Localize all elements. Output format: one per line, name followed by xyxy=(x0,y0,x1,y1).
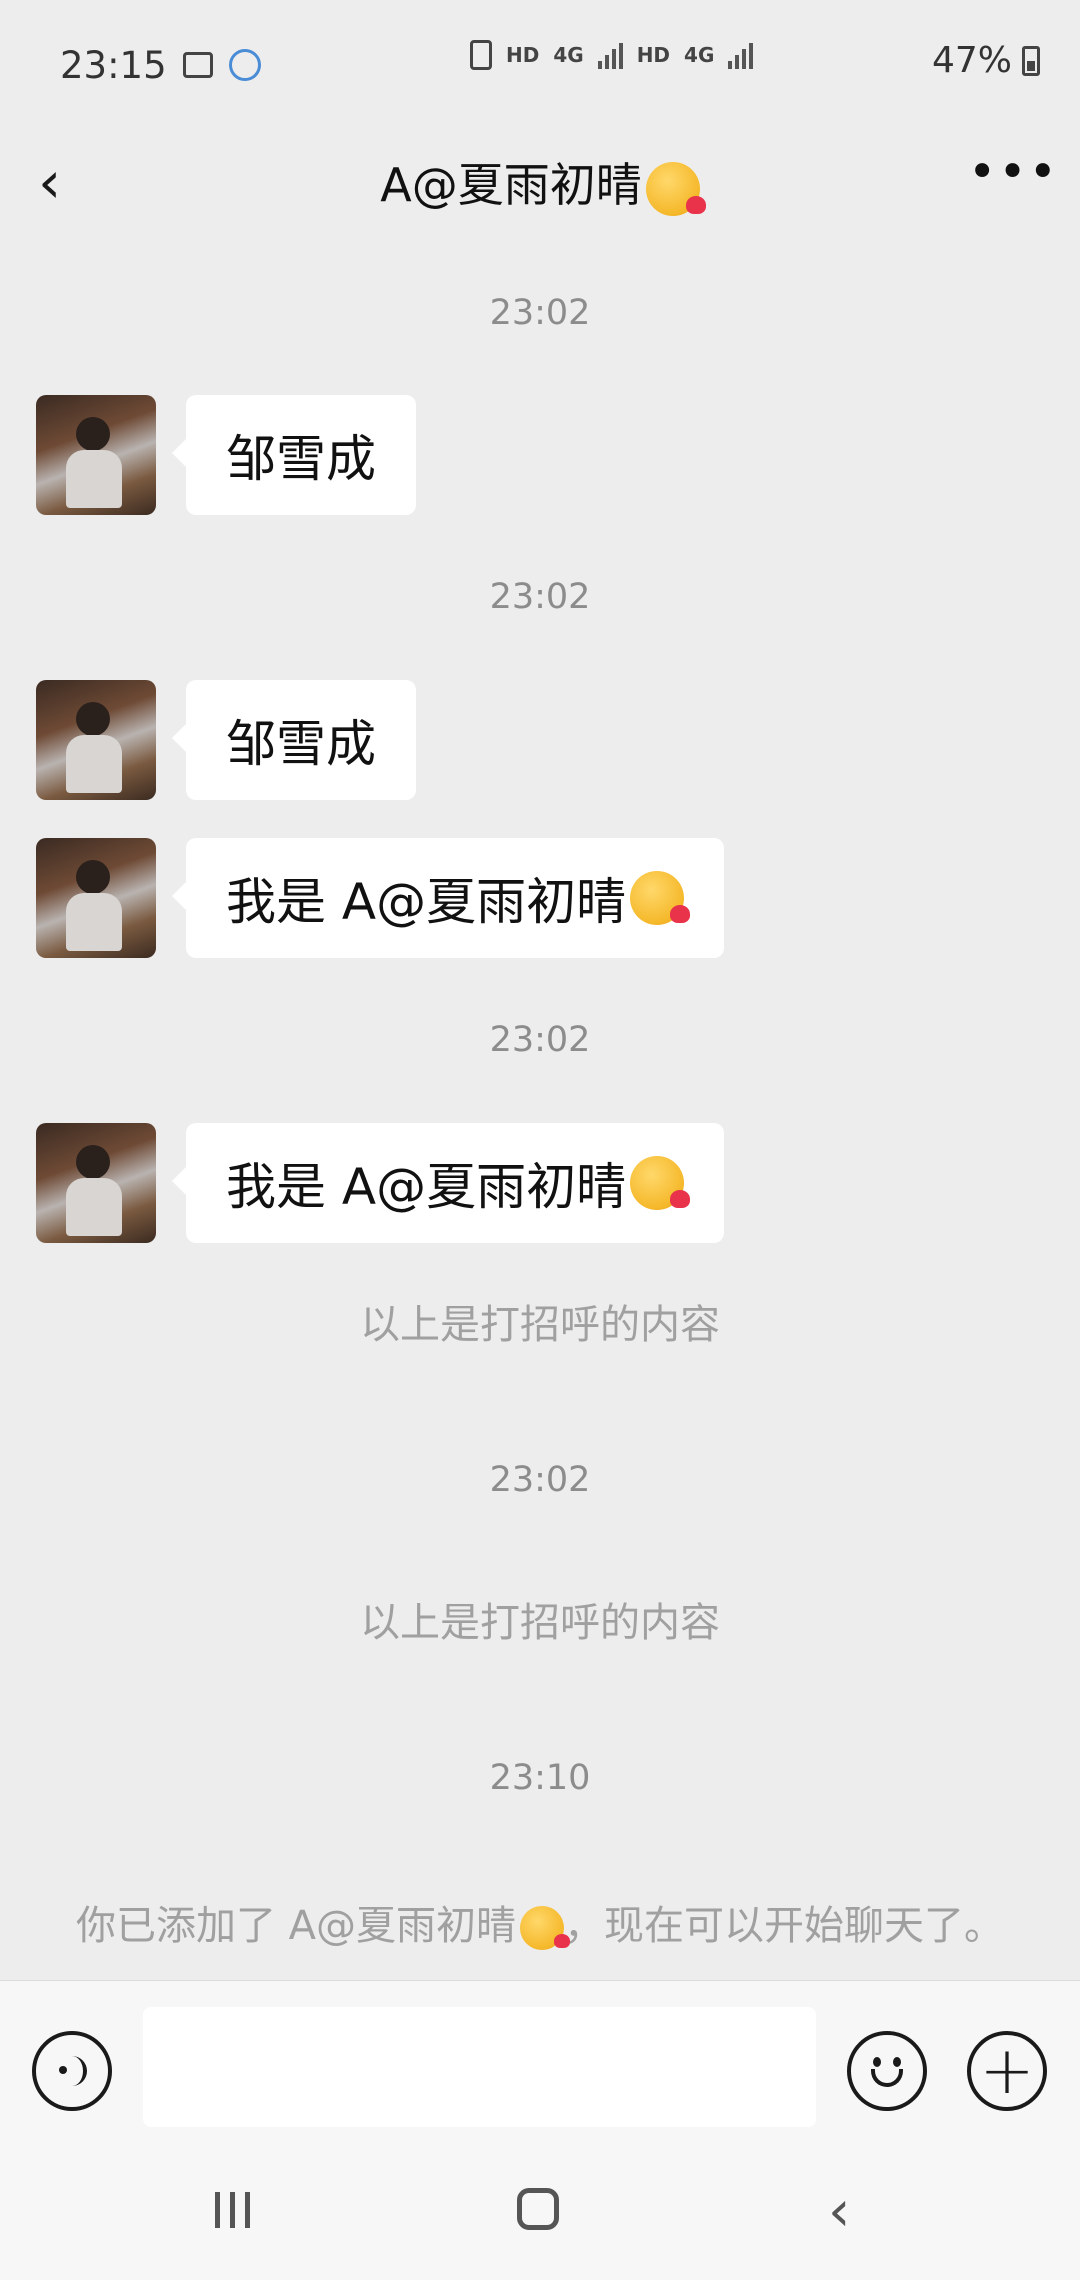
network-1-gen: 4G xyxy=(553,43,584,67)
battery-saver-icon xyxy=(470,40,492,70)
status-battery: 47% xyxy=(932,40,1040,81)
message-bubble[interactable]: 我是 A@夏雨初晴 xyxy=(171,838,725,958)
more-dots-icon[interactable]: ••• xyxy=(968,148,1057,208)
battery-icon xyxy=(1022,45,1040,76)
message-text: 我是 A@夏雨初晴 xyxy=(226,1158,627,1216)
message-timestamp: 23:10 xyxy=(489,1758,591,1798)
plus-icon[interactable]: + xyxy=(967,2031,1047,2111)
status-bar: 23:15 HD 4G HD 4G 47% xyxy=(0,0,1080,130)
message-row: 邹雪成 xyxy=(36,680,416,800)
message-timestamp: 23:02 xyxy=(489,1020,591,1060)
network-2-label: HD xyxy=(636,43,671,67)
chat-title-text: A@夏雨初晴 xyxy=(380,158,642,213)
home-icon[interactable] xyxy=(517,2188,559,2230)
system-nav-bar: ‹ xyxy=(0,2140,1080,2280)
signal-2-icon xyxy=(728,41,754,69)
input-bar: + xyxy=(0,1980,1080,2140)
message-bubble[interactable]: 邹雪成 xyxy=(172,395,416,515)
system-message: 你已添加了 A@夏雨初晴 ，现在可以开始聊天了。 xyxy=(60,1890,1020,1962)
message-bubble[interactable]: 邹雪成 xyxy=(172,680,416,800)
recent-apps-icon[interactable] xyxy=(215,2192,250,2228)
chat-title: A@夏雨初晴 xyxy=(380,149,706,216)
system-message-text: 你已添加了 A@夏雨初晴 xyxy=(75,1903,517,1949)
app-notification-icon xyxy=(228,49,261,81)
message-timestamp: 23:02 xyxy=(489,293,591,333)
gallery-notification-icon xyxy=(182,52,213,78)
kissing-face-emoji-icon xyxy=(630,871,691,925)
message-timestamp: 23:02 xyxy=(489,577,591,617)
voice-glyph xyxy=(57,2056,87,2086)
contact-avatar[interactable] xyxy=(36,838,156,958)
chat-header: ‹ A@夏雨初晴 ••• xyxy=(0,130,1080,235)
message-input[interactable] xyxy=(143,2007,816,2127)
message-row: 邹雪成 xyxy=(36,395,416,515)
contact-avatar[interactable] xyxy=(36,680,156,800)
message-row: 我是 A@夏雨初晴 xyxy=(36,838,725,958)
contact-avatar[interactable] xyxy=(36,1123,156,1243)
message-text: 我是 A@夏雨初晴 xyxy=(226,873,627,931)
kissing-face-emoji-icon xyxy=(520,1906,571,1950)
status-time: 23:15 xyxy=(60,43,167,87)
status-left: 23:15 xyxy=(60,44,261,87)
nav-back-icon[interactable]: ‹ xyxy=(828,2184,850,2240)
system-message: 以上是打招呼的内容 xyxy=(360,1600,720,1646)
message-text: 邹雪成 xyxy=(226,430,376,488)
voice-icon[interactable] xyxy=(32,2031,112,2111)
chat-history[interactable]: 23:02 邹雪成 23:02 邹雪成 我是 A@夏雨初晴 23:02 我是 A… xyxy=(0,235,1080,1980)
network-2-gen: 4G xyxy=(684,43,715,67)
message-timestamp: 23:02 xyxy=(489,1460,591,1500)
message-text: 邹雪成 xyxy=(226,715,376,773)
system-message-text: ，现在可以开始聊天了。 xyxy=(564,1903,1005,1949)
network-1-label: HD xyxy=(506,43,540,67)
system-message: 以上是打招呼的内容 xyxy=(360,1302,720,1348)
kissing-face-emoji-icon xyxy=(630,1156,691,1210)
contact-avatar[interactable] xyxy=(36,395,156,515)
kissing-face-emoji-icon xyxy=(645,161,706,216)
signal-1-icon xyxy=(597,41,623,69)
status-network: HD 4G HD 4G xyxy=(470,40,754,70)
emoji-face-glyph xyxy=(863,2047,911,2095)
back-chevron-icon[interactable]: ‹ xyxy=(38,153,88,211)
battery-percent: 47% xyxy=(931,40,1012,81)
message-row: 我是 A@夏雨初晴 xyxy=(36,1123,725,1243)
emoji-icon[interactable] xyxy=(847,2031,927,2111)
message-bubble[interactable]: 我是 A@夏雨初晴 xyxy=(171,1123,725,1243)
